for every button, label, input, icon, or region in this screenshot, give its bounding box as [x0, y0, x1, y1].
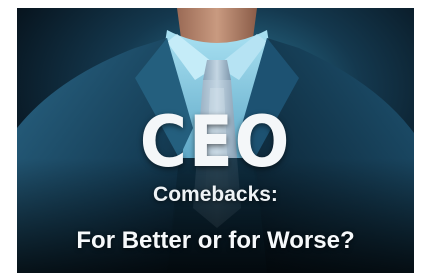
headline-question: For Better or for Worse?: [76, 227, 355, 254]
thumbnail-image: CEO Comebacks: For Better or for Worse?: [17, 8, 414, 273]
headline-ceo: CEO: [139, 101, 292, 183]
headline-subtitle: Comebacks:: [153, 183, 278, 206]
